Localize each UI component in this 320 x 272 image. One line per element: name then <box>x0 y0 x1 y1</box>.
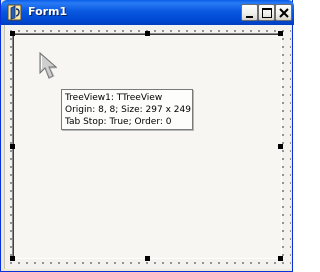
maximize-button[interactable] <box>258 4 275 21</box>
mouse-pointer-icon <box>39 51 58 79</box>
maximize-icon <box>262 8 272 18</box>
window-title: Form1 <box>28 5 68 18</box>
delphi-form-icon[interactable] <box>7 4 23 21</box>
selection-handle-bottom-right[interactable] <box>278 256 283 261</box>
selection-handle-middle-left[interactable] <box>10 144 15 149</box>
form-window: Form1 TreeView1: TTreeView Origin: 8, 8;… <box>0 0 294 272</box>
selection-handle-top-left[interactable] <box>10 31 15 36</box>
selection-handle-top-right[interactable] <box>278 31 283 36</box>
tooltip-component-name: TreeView1: TTreeView <box>65 93 163 103</box>
selection-handle-middle-right[interactable] <box>278 144 283 149</box>
selection-handle-bottom-left[interactable] <box>10 256 15 261</box>
tooltip-tab-order: Tab Stop: True; Order: 0 <box>65 117 172 127</box>
minimize-button[interactable] <box>241 4 258 21</box>
close-icon <box>279 8 289 18</box>
title-bar[interactable]: Form1 <box>1 0 294 25</box>
component-hint-tooltip: TreeView1: TTreeView Origin: 8, 8; Size:… <box>61 89 193 130</box>
close-button[interactable] <box>275 4 292 21</box>
minimize-icon <box>246 16 253 18</box>
selection-handle-top-center[interactable] <box>145 31 150 36</box>
tooltip-origin-size: Origin: 8, 8; Size: 297 x 249 <box>65 105 191 115</box>
selection-handle-bottom-center[interactable] <box>145 256 150 261</box>
